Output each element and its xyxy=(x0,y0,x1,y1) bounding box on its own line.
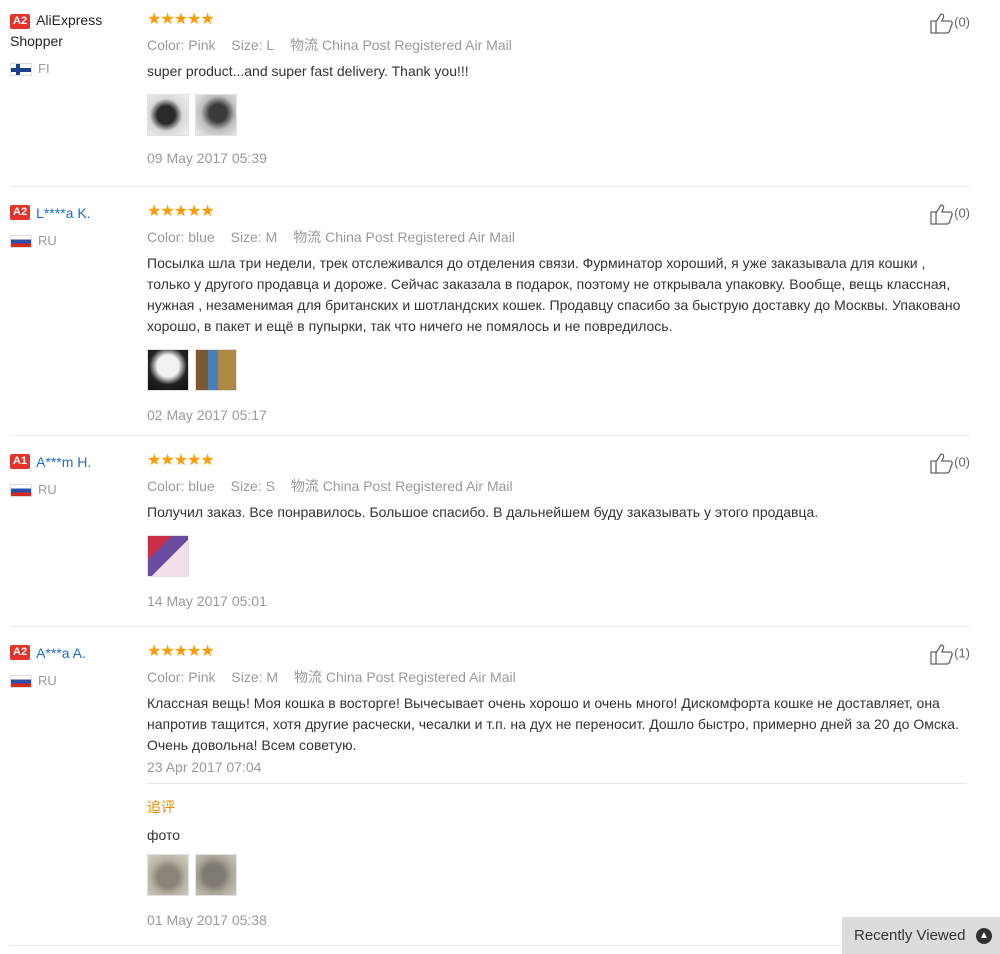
like-button[interactable]: (0) xyxy=(930,203,970,225)
like-button[interactable]: (0) xyxy=(930,452,970,474)
recently-viewed-button[interactable]: Recently Viewed ▲ xyxy=(842,917,1000,954)
review-date: 02 May 2017 05:17 xyxy=(147,407,267,423)
order-info: Color: Pink Size: L 物流 China Post Regist… xyxy=(147,37,512,53)
review-photo-thumb[interactable] xyxy=(147,854,189,896)
review-text: Получил заказ. Все понравилось. Большое … xyxy=(147,504,819,520)
review-photos xyxy=(147,349,967,391)
order-info: Color: Pink Size: M 物流 China Post Regist… xyxy=(147,669,516,685)
buyer-level-badge: A2 xyxy=(10,205,31,221)
thumbs-up-icon xyxy=(930,453,953,474)
reviewer-country: RU xyxy=(10,482,57,498)
thumbs-up-icon xyxy=(930,204,953,225)
rating-stars: ★★★★★ xyxy=(147,452,215,469)
reviewer-info: A1 A***m H. xyxy=(10,453,140,471)
review-text: super product...and super fast delivery.… xyxy=(147,63,469,79)
review-photo-thumb[interactable] xyxy=(147,535,189,577)
buyer-level-badge: A2 xyxy=(10,13,31,29)
review-photo-thumb[interactable] xyxy=(195,349,237,391)
buyer-level-badge: A2 xyxy=(10,645,31,661)
reviewer-info: A2 L****a K. xyxy=(10,204,140,222)
review-item: A2 L****a K. RU ★★★★★ Color: blue Size: M… xyxy=(10,187,970,436)
reviewer-name[interactable]: L****a K. xyxy=(36,205,90,221)
review-date: 09 May 2017 05:39 xyxy=(147,150,267,166)
reviewer-info: A2 A***a A. xyxy=(10,644,140,662)
flag-icon xyxy=(10,235,32,249)
like-button[interactable]: (1) xyxy=(930,643,970,665)
review-photo-thumb[interactable] xyxy=(195,854,237,896)
reviewer-country: RU xyxy=(10,673,57,689)
review-item: A1 A***m H. RU ★★★★★ Color: blue Size: S … xyxy=(10,436,970,627)
reviewer-country: RU xyxy=(10,233,57,249)
flag-icon xyxy=(10,63,32,77)
thumbs-up-icon xyxy=(930,13,953,34)
review-photos xyxy=(147,94,967,136)
thumbs-up-icon xyxy=(930,644,953,665)
reviewer-info: A2 AliExpress Shopper xyxy=(10,10,140,52)
order-info: Color: blue Size: M 物流 China Post Regist… xyxy=(147,229,515,245)
review-item: A2 A***a A. RU ★★★★★ Color: Pink Size: M … xyxy=(10,627,970,946)
recently-viewed-label: Recently Viewed xyxy=(854,927,966,944)
review-date: 14 May 2017 05:01 xyxy=(147,593,267,609)
reviewer-country: FI xyxy=(10,61,50,77)
reviewer-name[interactable]: A***a A. xyxy=(36,645,86,661)
flag-icon xyxy=(10,675,32,689)
review-photo-thumb[interactable] xyxy=(147,349,189,391)
rating-stars: ★★★★★ xyxy=(147,643,215,660)
buyer-level-badge: A1 xyxy=(10,454,31,470)
review-text: Классная вещь! Моя кошка в восторге! Выч… xyxy=(147,695,959,753)
review-photo-thumb[interactable] xyxy=(147,94,189,136)
like-button[interactable]: (0) xyxy=(930,12,970,34)
review-date: 23 Apr 2017 07:04 xyxy=(147,759,967,784)
review-item: A2 AliExpress Shopper FI ★★★★★ Color: Pin… xyxy=(10,0,970,187)
review-text: Посылка шла три недели, трек отслеживалс… xyxy=(147,255,961,334)
flag-icon xyxy=(10,484,32,498)
follow-up-label: 追评 xyxy=(147,799,175,815)
rating-stars: ★★★★★ xyxy=(147,203,215,220)
order-info: Color: blue Size: S 物流 China Post Regist… xyxy=(147,478,513,494)
review-photo-thumb[interactable] xyxy=(195,94,237,136)
review-photos xyxy=(147,854,967,896)
follow-up-text: фото xyxy=(147,827,181,843)
rating-stars: ★★★★★ xyxy=(147,11,215,28)
chevron-up-icon: ▲ xyxy=(976,928,992,944)
review-photos xyxy=(147,535,967,577)
reviewer-name[interactable]: A***m H. xyxy=(36,454,91,470)
